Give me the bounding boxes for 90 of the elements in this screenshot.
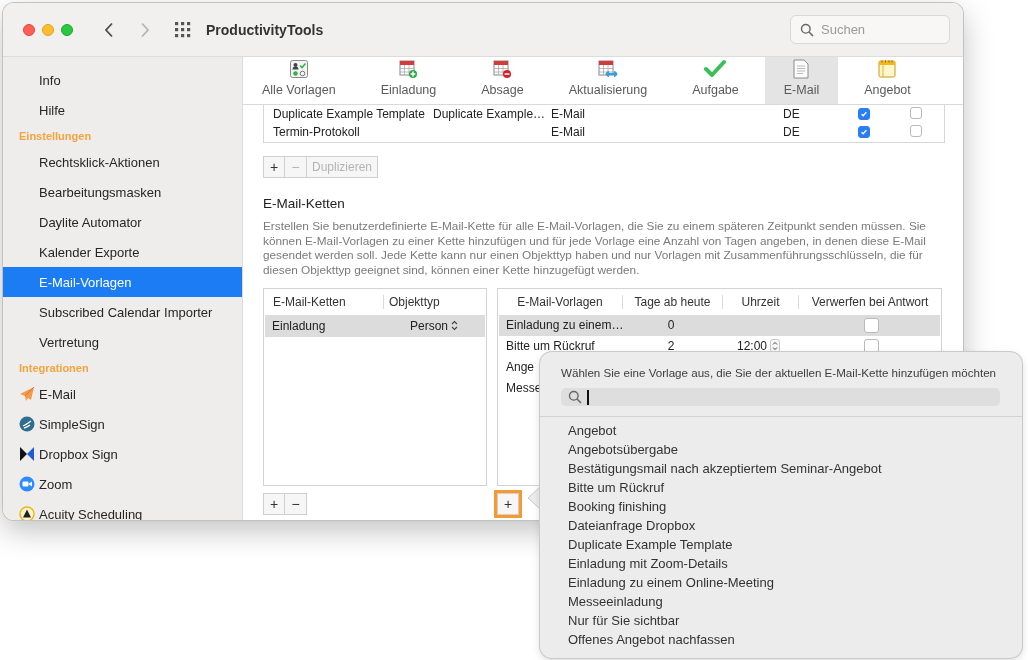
checkmark-icon xyxy=(704,59,727,79)
popover-prompt: Wählen Sie eine Vorlage aus, die Sie der aktuellen E-Mail-Kette hinzufügen möchten xyxy=(560,366,998,380)
section-header: Einstellungen xyxy=(18,129,93,144)
updown-chevron-icon xyxy=(451,320,459,332)
sidebar-item[interactable]: Bearbeitungsmasken xyxy=(3,177,242,207)
sidebar-item[interactable]: Zoom xyxy=(3,469,242,499)
list-item[interactable]: Einladung zu einem Online-Meeting xyxy=(568,573,1022,592)
text-cursor xyxy=(587,389,589,405)
list-item[interactable]: Messeeinladung xyxy=(568,592,1022,611)
forward-button[interactable] xyxy=(140,21,150,38)
list-item[interactable]: Booking finishing xyxy=(568,497,1022,516)
minimize-button[interactable] xyxy=(42,23,54,36)
grid-icon[interactable] xyxy=(174,20,192,39)
video-camera-icon xyxy=(19,476,35,492)
sidebar-item[interactable]: SimpleSign xyxy=(3,409,242,439)
table-cell-text: E-Mail xyxy=(551,125,586,139)
checkbox[interactable] xyxy=(910,106,922,119)
list-item[interactable]: Bitte um Rückruf xyxy=(568,478,1022,497)
toolbar-tab[interactable]: Alle Vorlagen xyxy=(243,57,355,104)
paper-plane-icon xyxy=(19,386,35,402)
table-cell-text: Duplicate Example… xyxy=(433,107,547,121)
column-header: Objekttyp xyxy=(388,294,440,309)
table-cell-text: DE xyxy=(783,107,801,121)
toolbar-tab[interactable]: Absage xyxy=(462,57,543,104)
list-item[interactable]: Nur für Sie sichtbar xyxy=(568,611,1022,630)
column-header: E-Mail-Vorlagen xyxy=(516,294,604,309)
back-button[interactable] xyxy=(104,21,114,38)
sidebar-item[interactable]: E-Mail-Vorlagen xyxy=(3,267,242,297)
document-icon xyxy=(792,59,811,79)
checkbox[interactable] xyxy=(910,124,922,137)
search-icon xyxy=(568,390,582,404)
section-description: Erstellen Sie benutzerdefinierte E-Mail-Kette für alle E-Mail-Vorlagen, die Sie zu einem späteren Zeitpunkt senden müssen. Sie können E-Mail-Vorlagen zu einer Kette hinzufügen und für jede Vorlage eine Anzahl von Tagen angeben, in denen diese E-Mail gesendet werden soll. Jede Kette kann nur einen Objekttyp haben und nur Vorlagen mit Zusammenführungsschlüsseln, die für diesen Objekttyp geeignet sind, können einer Kette hinzugefügt werden. xyxy=(263,219,927,278)
list-item[interactable]: Bestätigungsmail nach akzeptiertem Seminar-Angebot xyxy=(568,459,1022,478)
sidebar-item[interactable]: Info xyxy=(3,65,242,95)
list-item[interactable]: Einladung mit Zoom-Details xyxy=(568,554,1022,573)
table-button[interactable]: − xyxy=(285,492,307,515)
table-cell-text: Einladung zu einem… xyxy=(505,318,624,333)
sidebar-item[interactable]: Hilfe xyxy=(3,95,242,125)
column-header: Uhrzeit xyxy=(740,294,781,309)
section-header: Integrationen xyxy=(18,361,90,376)
table-cell-text: Termin-Protokoll xyxy=(273,125,361,139)
sidebar-item[interactable]: Rechtsklick-Aktionen xyxy=(3,147,242,177)
table-row[interactable]: Einladung Person xyxy=(265,314,485,337)
checkmark-icon xyxy=(860,128,868,136)
search-field[interactable]: Suchen xyxy=(790,15,950,44)
search-field[interactable] xyxy=(561,388,1000,406)
list-item[interactable]: Duplicate Example Template xyxy=(568,535,1022,554)
toolbar-tab[interactable]: E-Mail xyxy=(764,57,839,104)
table-button[interactable]: + xyxy=(263,156,285,178)
toolbar-tab[interactable]: Aufgabe xyxy=(673,57,758,104)
object-type-popup[interactable]: Person xyxy=(410,318,459,333)
time-field[interactable]: 12:00 xyxy=(737,339,768,354)
sidebar-item[interactable]: Vertretung xyxy=(3,327,242,357)
bowtie-icon xyxy=(19,446,35,462)
close-button[interactable] xyxy=(23,23,35,36)
table-cell: 0 xyxy=(667,318,675,333)
table-cell: 2 xyxy=(667,339,675,354)
table-cell-text: DE xyxy=(783,125,801,139)
sidebar-item[interactable]: Dropbox Sign xyxy=(3,439,242,469)
notepad-icon xyxy=(877,59,898,79)
sidebar-item[interactable]: Subscribed Calendar Importer xyxy=(3,297,242,327)
add-button[interactable]: + xyxy=(497,492,519,515)
list-item[interactable]: Angebotsübergabe xyxy=(568,440,1022,459)
toolbar-tab[interactable]: Einladung xyxy=(361,57,456,104)
table-cell-text: E-Mail xyxy=(551,107,586,121)
section-title: E-Mail-Ketten xyxy=(263,196,346,211)
column-header: Tage ab heute xyxy=(633,294,712,309)
list-item[interactable]: Angebot xyxy=(568,421,1022,440)
checkbox[interactable] xyxy=(858,126,870,138)
column-header: Verwerfen bei Antwort xyxy=(810,294,930,309)
search-icon xyxy=(800,23,814,37)
toolbar-tab[interactable]: Angebot xyxy=(845,57,930,104)
checkbox[interactable] xyxy=(863,317,879,333)
table-cell-text: Bitte um Rückruf xyxy=(505,339,595,354)
checkbox[interactable] xyxy=(858,108,870,120)
table-cell-text: Duplicate Example Template xyxy=(273,107,426,121)
table-button[interactable]: + xyxy=(263,492,285,515)
list-item[interactable]: Dateianfrage Dropbox xyxy=(568,516,1022,535)
toolbar-tab[interactable]: Aktualisierung xyxy=(549,57,667,104)
window-title: ProductivityTools xyxy=(206,21,324,38)
table-cell-text: Einladung xyxy=(271,318,327,333)
sidebar-item[interactable]: Daylite Automator xyxy=(3,207,242,237)
list-item[interactable]: Offenes Angebot nachfassen xyxy=(568,630,1022,649)
column-header: E-Mail-Ketten xyxy=(272,294,347,309)
swoosh-circle-icon xyxy=(19,416,35,432)
sidebar-item[interactable]: Kalender Exporte xyxy=(3,237,242,267)
checkmark-icon xyxy=(860,110,868,118)
table-row[interactable]: Einladung zu einem… 0 xyxy=(499,314,940,336)
sidebar-item[interactable]: E-Mail xyxy=(3,379,242,409)
zoom-button[interactable] xyxy=(61,23,73,36)
